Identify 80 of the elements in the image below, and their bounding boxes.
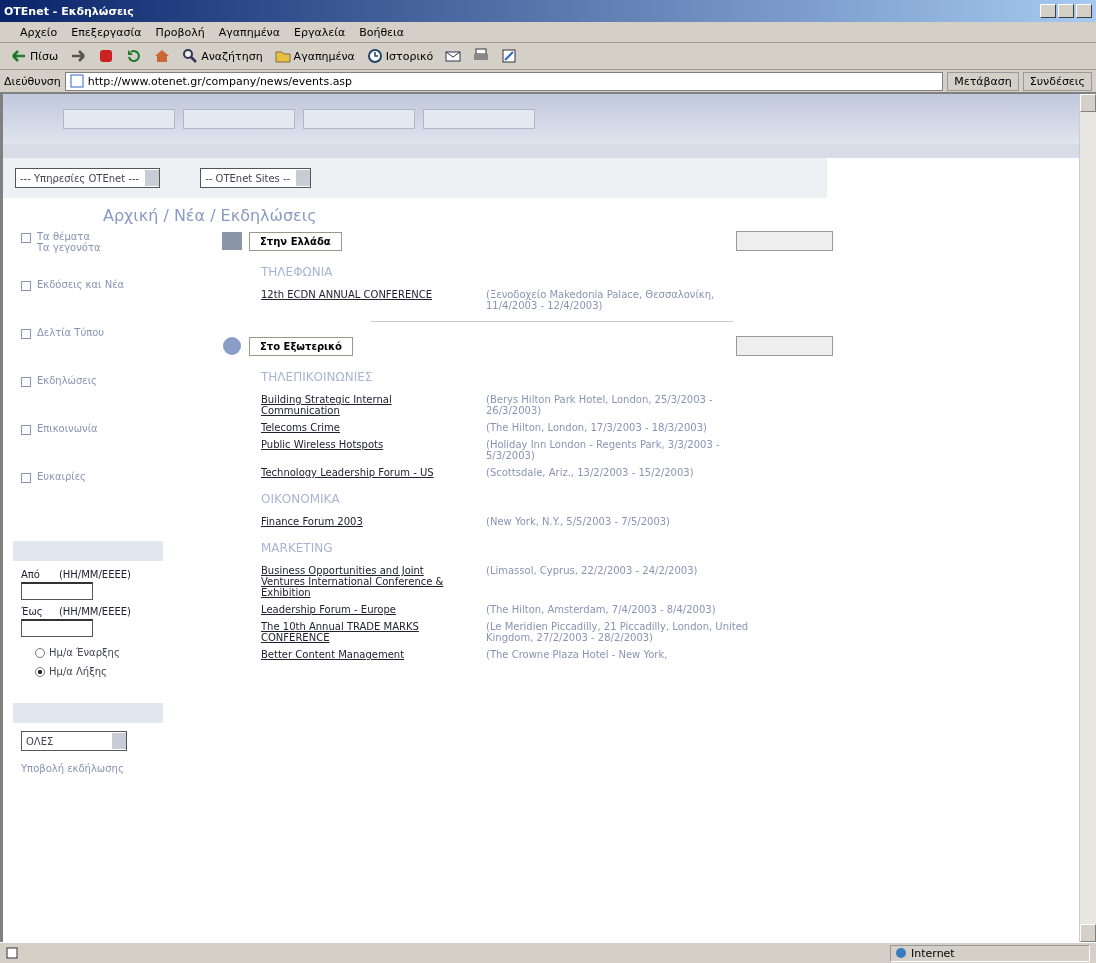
page-icon (6, 947, 18, 959)
site-dropdown[interactable]: -- OTEnet Sites -- (200, 168, 312, 188)
event-venue: (Holiday Inn London - Regents Park, 3/3/2003 - 5/3/2003) (486, 439, 721, 461)
category-heading: ΤΗΛΕΠΙΚΟΙΝΩΝΙΕΣ (261, 370, 374, 384)
event-link[interactable]: Business Opportunities and Joint Ventures International Conference & Exhibition (261, 565, 466, 598)
bullet-icon (21, 425, 31, 435)
field-label: Έως (21, 606, 43, 617)
house-icon (154, 48, 171, 64)
refresh-icon (126, 48, 143, 64)
address-label: Διεύθυνση (4, 74, 61, 88)
menu-item[interactable]: Επεξεργασία (71, 25, 142, 39)
window-title: OTEnet - Εκδηλώσεις (4, 4, 134, 18)
category-heading: ΟΙΚΟΝΟΜΙΚΑ (261, 492, 341, 506)
menu-item[interactable]: Αρχείο (20, 25, 58, 39)
event-venue: (The Hilton, London, 17/3/2003 - 18/3/2003) (486, 422, 708, 433)
event-venue: (Ξενοδοχείο Makedonia Palace, Θεσσαλονίκη, 11/4/2003 - 12/4/2003) (486, 289, 716, 311)
map-icon (221, 231, 243, 251)
event-venue: (Limassol, Cyprus, 22/2/2003 - 24/2/2003) (486, 565, 699, 578)
bullet-icon (21, 329, 31, 339)
event-venue: (New York, N.Y., 5/5/2003 - 7/5/2003) (486, 516, 672, 527)
event-link[interactable]: Public Wireless Hotspots (261, 439, 466, 461)
menu-item[interactable]: Εργαλεία (294, 25, 346, 39)
toolbar-button[interactable]: Αγαπημένα (271, 46, 358, 66)
menu-item[interactable]: Βοήθεια (359, 25, 405, 39)
maximize-button[interactable] (1058, 4, 1074, 18)
event-venue: (The Hilton, Amsterdam, 7/4/2003 - 8/4/2003) (486, 604, 717, 615)
event-link[interactable]: 12th ECDN ANNUAL CONFERENCE (261, 289, 466, 311)
toolbar-button[interactable]: Αναζήτηση (179, 46, 266, 66)
section-tab[interactable]: Στο Εξωτερικό (249, 336, 353, 356)
event-venue: (Berys Hilton Park Hotel, London, 25/3/2003 - 26/3/2003) (486, 394, 714, 416)
menu-item[interactable]: Αγαπημένα (218, 25, 280, 39)
menu-item[interactable]: Προβολή (155, 25, 205, 39)
date-field[interactable] (21, 619, 93, 637)
address-field[interactable]: http://www.otenet.gr/company/news/events.asp (64, 71, 944, 91)
globe-icon (221, 336, 243, 356)
zone-label: Internet (911, 946, 955, 960)
event-link[interactable]: The 10th Annual TRADE MARKS CONFERENCE (261, 621, 466, 643)
bullet-icon (21, 473, 31, 483)
go-button[interactable]: Μετάβαση (947, 71, 1019, 91)
section-tab[interactable]: Στην Ελλάδα (249, 231, 342, 251)
event-link[interactable]: Building Strategic Internal Communication (261, 394, 466, 416)
close-button[interactable] (1076, 4, 1092, 18)
event-link[interactable]: Technology Leadership Forum - US (261, 467, 466, 478)
search-icon (182, 48, 199, 64)
links-button[interactable]: Συνδέσεις (1022, 71, 1092, 91)
forward-arrow-icon (70, 48, 87, 64)
date-format-label: (ΗΗ/ΜΜ/ΕΕΕΕ) (58, 569, 131, 580)
toolbar-button[interactable]: Ιστορικό (363, 46, 437, 66)
event-link[interactable]: Leadership Forum - Europe (261, 604, 466, 615)
toolbar-button[interactable]: Πίσω (8, 46, 62, 66)
site-dropdown[interactable]: --- Υπηρεσίες OTEnet --- (15, 168, 161, 188)
event-venue: (The Crowne Plaza Hotel - New York, (486, 649, 669, 660)
breadcrumb: Αρχική / Νέα / Εκδηλώσεις (102, 205, 318, 227)
radio-button[interactable] (35, 666, 45, 677)
category-heading: MARKETING (261, 541, 334, 555)
back-arrow-icon (11, 48, 27, 64)
event-venue: (Le Meridien Piccadilly, 21 Piccadilly, London, United Kingdom, 27/2/2003 - 28/2/2003) (486, 621, 750, 643)
date-format-label: (ΗΗ/ΜΜ/ΕΕΕΕ) (58, 606, 131, 617)
category-dropdown[interactable]: ΟΛΕΣ (21, 731, 127, 751)
event-link[interactable]: Telecoms Crime (261, 422, 466, 433)
minimize-button[interactable] (1040, 4, 1056, 18)
date-field[interactable] (21, 582, 93, 600)
radio-label: Ημ/α Έναρξης (49, 647, 120, 658)
event-venue: (Scottsdale, Ariz., 13/2/2003 - 15/2/2003) (486, 467, 695, 478)
page-icon (69, 74, 84, 88)
scrollbar[interactable] (1079, 94, 1096, 942)
clock-icon (366, 48, 383, 64)
field-label: Από (21, 569, 40, 580)
radio-label: Ημ/α Λήξης (49, 666, 107, 677)
bullet-icon (21, 377, 31, 387)
bullet-icon (21, 281, 31, 291)
stop-icon (98, 48, 115, 64)
envelope-icon (445, 48, 462, 64)
category-heading: ΤΗΛΕΦΩΝΙΑ (261, 265, 334, 279)
event-link[interactable]: Finance Forum 2003 (261, 516, 466, 527)
document-icon (501, 48, 518, 64)
bullet-icon (21, 233, 31, 243)
globe-icon (895, 947, 907, 959)
event-link[interactable]: Better Content Management (261, 649, 466, 660)
folder-icon (274, 48, 291, 64)
